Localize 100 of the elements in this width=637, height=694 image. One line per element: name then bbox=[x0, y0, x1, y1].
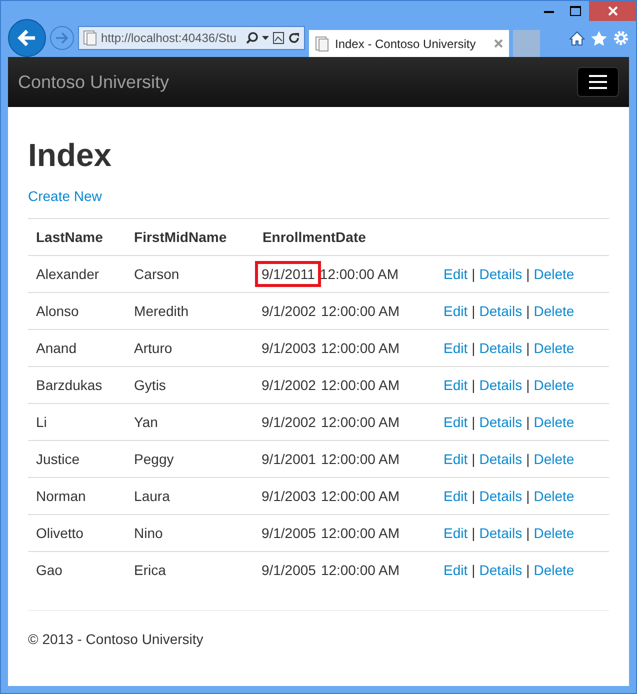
action-link[interactable]: Edit bbox=[444, 340, 468, 356]
action-link[interactable]: Delete bbox=[534, 562, 574, 578]
table-cell: Li bbox=[28, 404, 126, 440]
separator-text: | bbox=[526, 303, 530, 319]
home-button[interactable] bbox=[569, 30, 585, 46]
table-cell: Justice bbox=[28, 440, 126, 478]
action-link[interactable]: Edit bbox=[444, 266, 468, 282]
time-text: 12:00:00 AM bbox=[320, 525, 400, 541]
page-icon bbox=[315, 36, 329, 52]
table-cell: Yan bbox=[126, 404, 254, 440]
table-cell: Alonso bbox=[28, 292, 126, 330]
action-link[interactable]: Details bbox=[479, 488, 522, 504]
create-new-link[interactable]: Create New bbox=[28, 188, 102, 204]
table-cell: Erica bbox=[126, 552, 254, 588]
action-link[interactable]: Edit bbox=[444, 303, 468, 319]
search-icon[interactable] bbox=[246, 32, 258, 44]
dropdown-icon[interactable] bbox=[262, 36, 269, 40]
refresh-icon[interactable] bbox=[288, 32, 300, 44]
column-header: LastName bbox=[28, 218, 126, 256]
address-bar[interactable]: http://localhost:40436/Stu bbox=[78, 26, 305, 50]
separator-text: | bbox=[472, 340, 476, 356]
date-text: 9/1/2003 bbox=[260, 487, 317, 506]
forward-arrow-icon bbox=[55, 32, 69, 44]
action-link[interactable]: Edit bbox=[444, 414, 468, 430]
column-header: FirstMidName bbox=[126, 218, 254, 256]
action-link[interactable]: Details bbox=[479, 451, 522, 467]
url-text: http://localhost:40436/Stu bbox=[101, 31, 238, 45]
action-link[interactable]: Edit bbox=[444, 451, 468, 467]
date-text: 9/1/2002 bbox=[260, 302, 317, 321]
action-link[interactable]: Details bbox=[479, 266, 522, 282]
menu-button[interactable] bbox=[577, 67, 619, 97]
back-button[interactable] bbox=[8, 19, 46, 57]
action-link[interactable]: Details bbox=[479, 303, 522, 319]
table-cell: Meredith bbox=[126, 292, 254, 330]
page-icon bbox=[83, 30, 97, 46]
action-link[interactable]: Delete bbox=[534, 525, 574, 541]
table-cell: Nino bbox=[126, 514, 254, 552]
date-text: 9/1/2002 bbox=[260, 413, 317, 432]
time-text: 12:00:00 AM bbox=[320, 303, 400, 319]
action-link[interactable]: Details bbox=[479, 377, 522, 393]
separator-text: | bbox=[472, 414, 476, 430]
date-text: 9/1/2005 bbox=[260, 561, 317, 580]
action-link[interactable]: Details bbox=[479, 414, 522, 430]
table-cell: Anand bbox=[28, 330, 126, 366]
date-text: 9/1/2005 bbox=[260, 524, 317, 543]
separator-text: | bbox=[526, 414, 530, 430]
settings-icon bbox=[613, 30, 629, 46]
action-link[interactable]: Delete bbox=[534, 488, 574, 504]
minimize-icon bbox=[544, 10, 554, 12]
separator-text: | bbox=[472, 525, 476, 541]
close-button[interactable] bbox=[589, 1, 636, 21]
table-cell: Laura bbox=[126, 478, 254, 514]
action-link[interactable]: Details bbox=[479, 562, 522, 578]
date-text: 9/1/2002 bbox=[260, 376, 317, 395]
action-link[interactable]: Delete bbox=[534, 377, 574, 393]
table-cell: Barzdukas bbox=[28, 366, 126, 404]
home-icon bbox=[569, 30, 585, 46]
time-text: 12:00:00 AM bbox=[320, 377, 400, 393]
action-link[interactable]: Edit bbox=[444, 525, 468, 541]
time-text: 12:00:00 AM bbox=[320, 414, 400, 430]
time-text: 12:00:00 AM bbox=[320, 562, 400, 578]
action-link[interactable]: Delete bbox=[534, 266, 574, 282]
table-cell: Arturo bbox=[126, 330, 254, 366]
menu-icon bbox=[589, 75, 607, 89]
back-arrow-icon bbox=[17, 29, 37, 47]
time-text: 12:00:00 AM bbox=[320, 266, 399, 282]
action-link[interactable]: Edit bbox=[444, 488, 468, 504]
brand-link[interactable]: Contoso University bbox=[18, 72, 170, 92]
separator-text: | bbox=[472, 451, 476, 467]
browser-tab[interactable]: Index - Contoso University bbox=[309, 30, 509, 57]
time-text: 12:00:00 AM bbox=[320, 340, 400, 356]
star-icon bbox=[591, 30, 607, 46]
compatibility-icon[interactable] bbox=[273, 32, 284, 44]
action-link[interactable]: Details bbox=[479, 525, 522, 541]
action-link[interactable]: Delete bbox=[534, 303, 574, 319]
separator-text: | bbox=[472, 377, 476, 393]
footer-text: © 2013 - Contoso University bbox=[28, 631, 204, 647]
page-heading: Index bbox=[28, 137, 113, 174]
separator-text: | bbox=[472, 488, 476, 504]
separator-text: | bbox=[472, 562, 476, 578]
separator-text: | bbox=[526, 562, 530, 578]
table-cell: Norman bbox=[28, 478, 126, 514]
table-cell: Alexander bbox=[28, 256, 126, 292]
action-link[interactable]: Edit bbox=[444, 377, 468, 393]
separator-text: | bbox=[526, 488, 530, 504]
separator-text: | bbox=[472, 303, 476, 319]
table-cell: Olivetto bbox=[28, 514, 126, 552]
date-text: 9/1/2001 bbox=[260, 450, 317, 469]
table-cell: Gao bbox=[28, 552, 126, 588]
action-link[interactable]: Details bbox=[479, 340, 522, 356]
action-link[interactable]: Delete bbox=[534, 340, 574, 356]
table-cell: Gytis bbox=[126, 366, 254, 404]
close-tab-icon[interactable] bbox=[494, 39, 503, 48]
action-link[interactable]: Delete bbox=[534, 414, 574, 430]
date-text: 9/1/2003 bbox=[260, 339, 317, 358]
maximize-icon bbox=[570, 6, 581, 16]
action-link[interactable]: Delete bbox=[534, 451, 574, 467]
table-cell: Peggy bbox=[126, 440, 254, 478]
table-cell: Carson bbox=[126, 256, 254, 292]
action-link[interactable]: Edit bbox=[444, 562, 468, 578]
